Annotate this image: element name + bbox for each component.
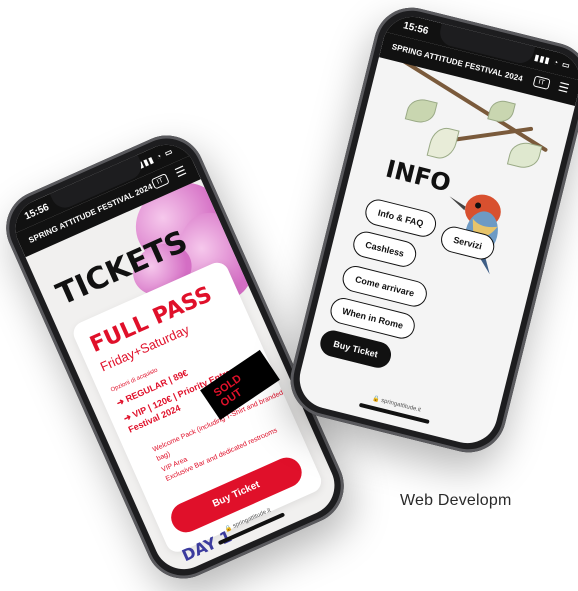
page-title: INFO	[382, 154, 454, 198]
language-switch[interactable]: IT	[150, 173, 170, 190]
ticket-card: FULL PASS Friday+Saturday Opzioni di acq…	[69, 258, 325, 556]
status-time: 15:56	[402, 20, 430, 38]
leaf-illustration	[404, 95, 438, 126]
menu-icon[interactable]: ☰	[173, 163, 189, 180]
phone-screen: 15:56 ▮▮▮ ◔ ▭ SPRING ATTITUDE FESTIVAL 2…	[293, 10, 578, 450]
link-cashless[interactable]: Cashless	[350, 228, 419, 270]
signal-icon: ▮▮▮ ◔ ▭	[533, 52, 572, 71]
caption-text: Web Developm	[400, 492, 512, 509]
leaf-illustration	[487, 97, 516, 125]
menu-icon[interactable]: ☰	[557, 80, 571, 96]
language-switch[interactable]: IT	[532, 75, 551, 90]
phone-screen: 15:56 ▮▮▮ ◔ ▭ SPRING ATTITUDE FESTIVAL 2…	[5, 135, 345, 579]
url-bar[interactable]: 🔒 springattitude.it	[298, 376, 496, 432]
phone-info: 15:56 ▮▮▮ ◔ ▭ SPRING ATTITUDE FESTIVAL 2…	[282, 0, 578, 461]
leaf-illustration	[426, 124, 460, 162]
